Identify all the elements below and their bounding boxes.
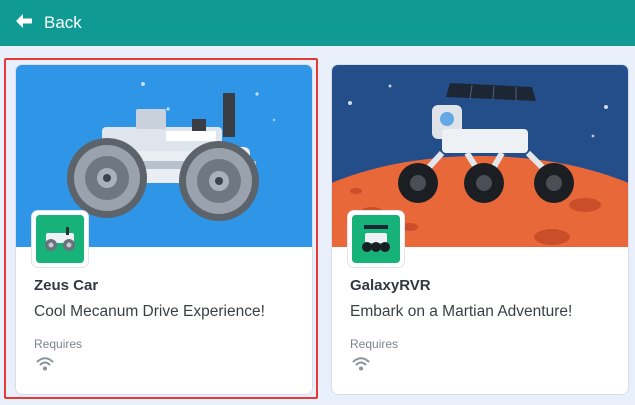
back-label: Back — [44, 13, 82, 32]
wifi-icon — [352, 355, 370, 373]
requires-label: Requires — [34, 337, 83, 351]
extension-card-zeus-car[interactable]: Zeus Car Cool Mecanum Drive Experience! … — [16, 65, 312, 394]
zeus-car-thumbnail — [32, 211, 88, 267]
extension-description: Embark on a Martian Adventure! — [350, 303, 573, 320]
arrow-left-icon — [14, 11, 34, 36]
requires-label: Requires — [350, 337, 399, 351]
extension-title: GalaxyRVR — [350, 277, 431, 294]
back-button[interactable]: Back — [14, 9, 82, 37]
extension-description: Cool Mecanum Drive Experience! — [34, 303, 265, 320]
galaxyrvr-thumbnail — [348, 211, 404, 267]
top-bar: Back — [0, 0, 635, 46]
extension-title: Zeus Car — [34, 277, 99, 294]
extension-card-galaxyrvr[interactable]: GalaxyRVR Embark on a Martian Adventure!… — [332, 65, 628, 394]
wifi-icon — [36, 355, 54, 373]
